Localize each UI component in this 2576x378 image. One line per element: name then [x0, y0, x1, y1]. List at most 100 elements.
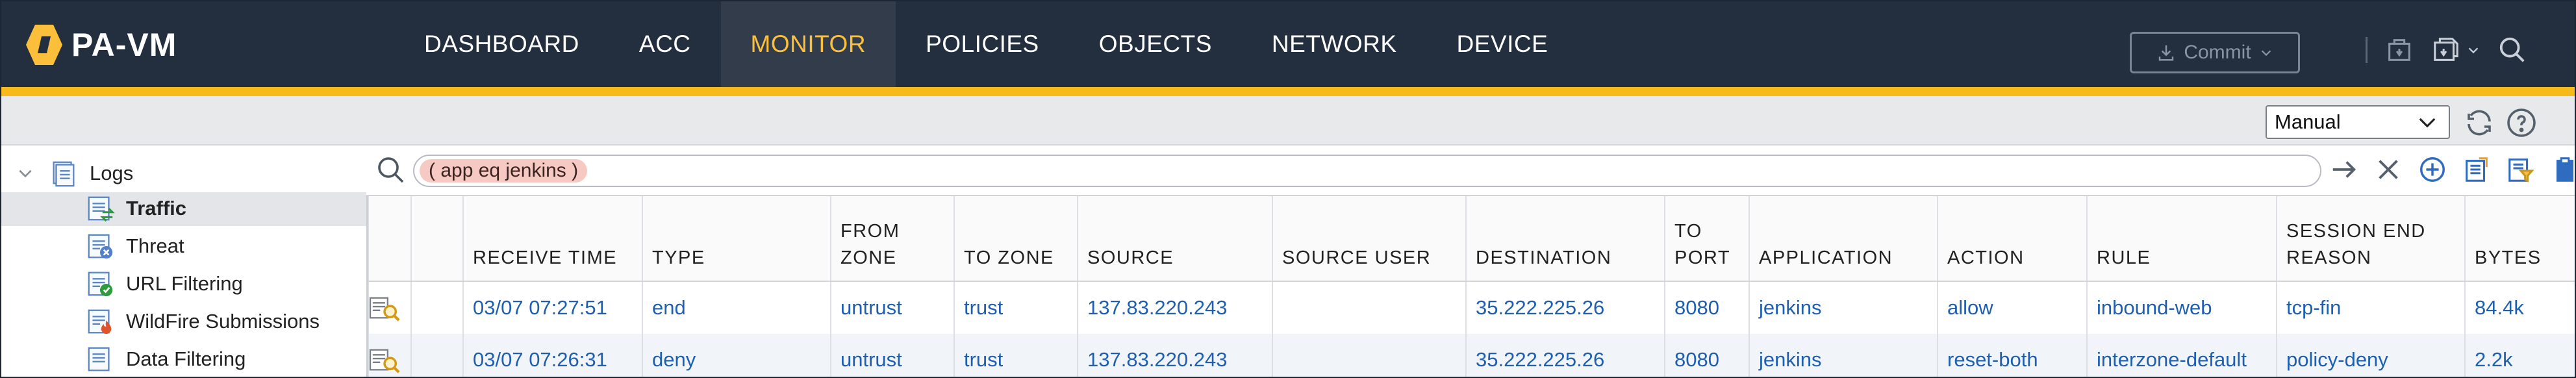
tab-dashboard[interactable]: DASHBOARD	[394, 1, 609, 87]
refresh-interval-select[interactable]: Manual	[2266, 105, 2450, 139]
cell-to-port[interactable]: 8080	[1664, 334, 1749, 377]
column-header[interactable]: APPLICATION	[1749, 196, 1938, 282]
commit-button[interactable]: Commit	[2130, 32, 2300, 73]
column-header[interactable]: RECEIVE TIME	[462, 196, 642, 282]
search-icon[interactable]	[2497, 35, 2527, 65]
tree-item-traffic[interactable]: Traffic	[84, 194, 186, 223]
cell-destination[interactable]: 35.222.225.26	[1465, 281, 1665, 334]
cell-application[interactable]: jenkins	[1749, 334, 1938, 377]
cell-session-end-reason[interactable]: policy-deny	[2276, 334, 2465, 377]
column-header[interactable]: RULE	[2086, 196, 2277, 282]
cell-from-zone[interactable]: untrust	[830, 334, 954, 377]
column-header[interactable]: SOURCE USER	[1272, 196, 1466, 282]
column-header[interactable]: ACTION	[1937, 196, 2087, 282]
tree-item-url-filtering[interactable]: URL Filtering	[84, 269, 243, 299]
column-header[interactable]: TYPE	[642, 196, 831, 282]
cell-bytes[interactable]: 2.2k	[2464, 334, 2575, 377]
filter-actions	[2329, 155, 2576, 184]
column-header[interactable]: TO PORT	[1664, 196, 1749, 282]
header-tools	[2366, 35, 2527, 65]
cell-receive-time[interactable]: 03/07 07:27:51	[462, 281, 642, 334]
cell-type[interactable]: end	[642, 281, 831, 334]
cell-type[interactable]: deny	[642, 334, 831, 377]
divider	[366, 196, 368, 377]
tree-item-wildfire-submissions[interactable]: WildFire Submissions	[84, 307, 320, 336]
cell-bytes[interactable]: 84.4k	[2464, 281, 2575, 334]
add-filter-icon[interactable]	[2418, 155, 2447, 184]
select-cell[interactable]	[410, 281, 463, 334]
column-header[interactable]: BYTES	[2464, 196, 2575, 282]
log-tree-sidebar: Logs Traffic Threat URL Filtering WildFi…	[1, 145, 368, 377]
cell-to-port[interactable]: 8080	[1664, 281, 1749, 334]
column-header[interactable]: SESSION END REASON	[2276, 196, 2465, 282]
tree-label-traffic: Traffic	[126, 197, 187, 220]
tab-network[interactable]: NETWORK	[1242, 1, 1427, 87]
tree-label-data-filtering: Data Filtering	[126, 347, 246, 370]
column-header[interactable]: TO ZONE	[953, 196, 1078, 282]
divider	[2366, 37, 2368, 63]
filter-input[interactable]: ( app eq jenkins )	[413, 155, 2321, 187]
tree-item-data-filtering[interactable]: Data Filtering	[84, 344, 246, 374]
tab-policies[interactable]: POLICIES	[896, 1, 1069, 87]
help-icon[interactable]	[2506, 107, 2537, 138]
sub-toolbar	[1, 96, 2575, 145]
cell-source[interactable]: 137.83.220.243	[1077, 334, 1272, 377]
select-cell[interactable]	[410, 334, 463, 377]
refresh-icon[interactable]	[2464, 107, 2495, 138]
accent-strip	[1, 87, 2575, 96]
cell-to-zone[interactable]: trust	[953, 281, 1078, 334]
tab-device[interactable]: DEVICE	[1427, 1, 1578, 87]
tab-monitor[interactable]: MONITOR	[720, 1, 896, 87]
cell-receive-time[interactable]: 03/07 07:26:31	[462, 334, 642, 377]
tab-acc[interactable]: ACC	[609, 1, 721, 87]
export-icon[interactable]	[2550, 155, 2576, 184]
load-filter-icon[interactable]	[2506, 155, 2536, 184]
filter-query[interactable]: ( app eq jenkins )	[420, 159, 588, 183]
cell-application[interactable]: jenkins	[1749, 281, 1938, 334]
cell-source[interactable]: 137.83.220.243	[1077, 281, 1272, 334]
table-row[interactable]: 03/07 07:26:31 deny untrust trust 137.83…	[368, 334, 2575, 377]
apply-filter-icon[interactable]	[2329, 155, 2359, 184]
chevron-down-icon[interactable]	[17, 165, 34, 182]
tree-node-logs[interactable]: Logs	[17, 158, 133, 188]
cell-rule[interactable]: inbound-web	[2086, 281, 2277, 334]
cell-source-user[interactable]	[1272, 334, 1466, 377]
traffic-log-icon	[88, 196, 115, 222]
column-header[interactable]: DESTINATION	[1465, 196, 1665, 282]
save-config-icon[interactable]	[2431, 35, 2461, 65]
filter-bar: ( app eq jenkins )	[366, 145, 2575, 196]
config-lock-icon[interactable]	[2384, 35, 2414, 65]
commit-label: Commit	[2184, 42, 2251, 63]
commit-icon	[2159, 45, 2174, 61]
detail-cell[interactable]	[368, 334, 411, 377]
threat-log-icon	[88, 234, 113, 259]
cell-to-zone[interactable]: trust	[953, 334, 1078, 377]
paloalto-logo-icon	[26, 25, 62, 65]
app-window: PA-VM DASHBOARD ACC MONITOR POLICIES OBJ…	[0, 0, 2576, 378]
log-detail-icon[interactable]	[369, 345, 401, 375]
main-nav: DASHBOARD ACC MONITOR POLICIES OBJECTS N…	[394, 1, 1578, 87]
cell-destination[interactable]: 35.222.225.26	[1465, 334, 1665, 377]
clear-filter-icon[interactable]	[2373, 155, 2403, 184]
tree-item-threat[interactable]: Threat	[84, 231, 184, 261]
cell-source-user[interactable]	[1272, 281, 1466, 334]
logs-folder-icon	[53, 161, 75, 187]
log-detail-icon[interactable]	[369, 293, 401, 323]
detail-cell[interactable]	[368, 281, 411, 334]
tree-label-threat: Threat	[126, 234, 184, 257]
tree-label-wildfire-submissions: WildFire Submissions	[126, 310, 320, 333]
cell-action[interactable]: reset-both	[1937, 334, 2087, 377]
tree-label-logs: Logs	[90, 162, 134, 184]
table-row[interactable]: 03/07 07:27:51 end untrust trust 137.83.…	[368, 281, 2575, 334]
chevron-down-icon[interactable]	[2466, 43, 2481, 57]
cell-from-zone[interactable]: untrust	[830, 281, 954, 334]
cell-action[interactable]: allow	[1937, 281, 2087, 334]
save-filter-icon[interactable]	[2462, 155, 2492, 184]
data-filtering-log-icon	[88, 347, 110, 372]
column-header[interactable]: SOURCE	[1077, 196, 1272, 282]
tab-objects[interactable]: OBJECTS	[1069, 1, 1242, 87]
app-name: PA-VM	[71, 27, 177, 63]
cell-session-end-reason[interactable]: tcp-fin	[2276, 281, 2465, 334]
column-header[interactable]: FROM ZONE	[830, 196, 954, 282]
cell-rule[interactable]: interzone-default	[2086, 334, 2277, 377]
